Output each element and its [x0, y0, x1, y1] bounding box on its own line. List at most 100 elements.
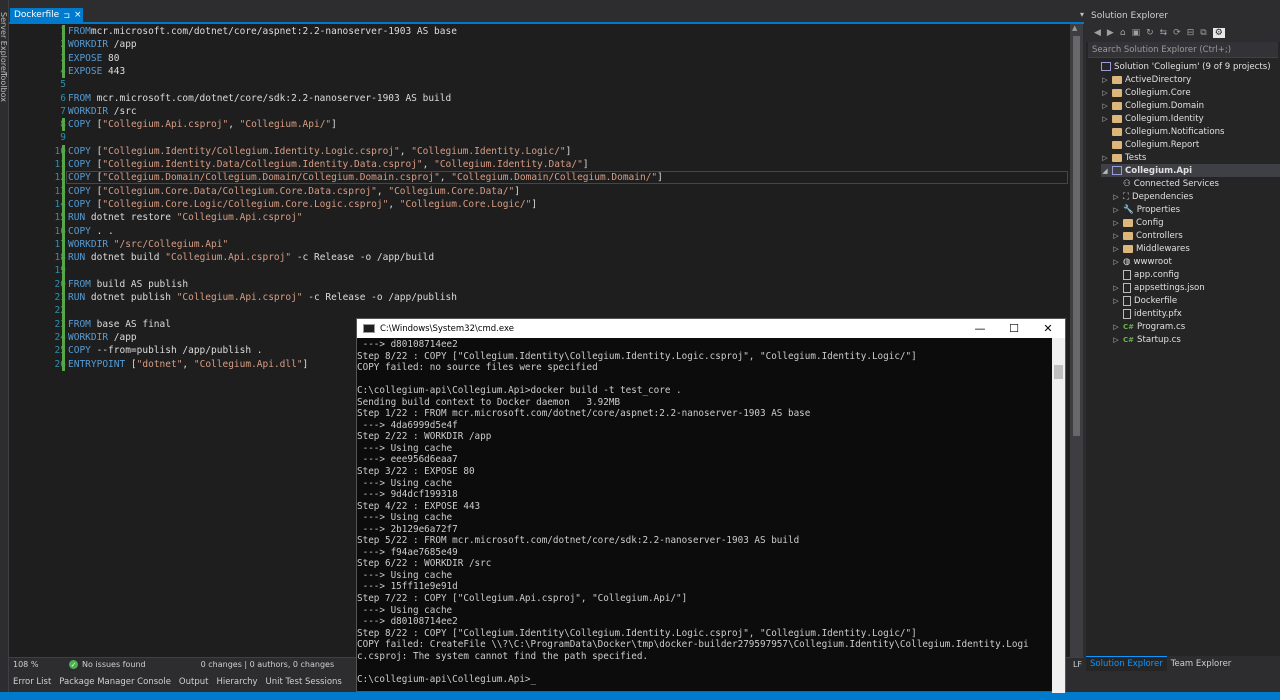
code-line[interactable]: COPY ["Collegium.Api.csproj", "Collegium… — [68, 118, 337, 131]
code-line[interactable]: RUN dotnet restore "Collegium.Api.csproj… — [68, 211, 303, 224]
tab-hierarchy[interactable]: Hierarchy — [212, 677, 261, 687]
refresh-icon[interactable]: ⟳ — [1173, 28, 1181, 38]
zoom-level[interactable]: 108 % — [9, 660, 59, 669]
tab-solution-explorer[interactable]: Solution Explorer — [1086, 656, 1167, 671]
code-line[interactable]: WORKDIR "/src/Collegium.Api" — [68, 238, 228, 251]
server-explorer-rail-tab[interactable]: Server Explorer — [0, 12, 8, 74]
code-line[interactable]: ENTRYPOINT ["dotnet", "Collegium.Api.dll… — [68, 358, 308, 371]
tree-item-collegium-identity[interactable]: ▷ Collegium.Identity — [1101, 112, 1280, 125]
tree-item-collegium-report[interactable]: Collegium.Report — [1101, 138, 1280, 151]
maximize-button[interactable]: ☐ — [997, 322, 1031, 335]
tree-item-startup-cs[interactable]: ▷ C# Startup.cs — [1112, 333, 1280, 346]
scrollbar-thumb[interactable] — [1054, 365, 1063, 379]
code-line[interactable]: COPY ["Collegium.Identity.Data/Collegium… — [68, 158, 589, 171]
solution-search-input[interactable]: Search Solution Explorer (Ctrl+;) — [1088, 42, 1278, 58]
tab-package-manager-console[interactable]: Package Manager Console — [55, 677, 175, 687]
code-line[interactable]: FROM base AS final — [68, 318, 171, 331]
home-icon[interactable]: ⌂ — [1120, 28, 1126, 38]
editor-vertical-scrollbar[interactable]: ▲ — [1070, 24, 1083, 657]
tree-item-activedirectory[interactable]: ▷ ActiveDirectory — [1101, 73, 1280, 86]
code-line[interactable]: FROM mcr.microsoft.com/dotnet/core/sdk:2… — [68, 92, 451, 105]
code-line[interactable]: COPY ["Collegium.Core.Data/Collegium.Cor… — [68, 185, 520, 198]
tree-item-collegium-api[interactable]: ◢ Collegium.Api — [1101, 164, 1280, 177]
expand-arrow-icon[interactable]: ▷ — [1112, 336, 1120, 344]
code-line[interactable]: WORKDIR /app — [68, 38, 137, 51]
expand-arrow-icon[interactable]: ▷ — [1112, 323, 1120, 331]
close-button[interactable]: ✕ — [1031, 322, 1065, 335]
tab-error-list[interactable]: Error List — [9, 677, 55, 687]
expand-arrow-icon[interactable]: ▷ — [1112, 193, 1120, 201]
expand-arrow-icon[interactable]: ▷ — [1112, 284, 1120, 292]
tree-item-dockerfile[interactable]: ▷ Dockerfile — [1112, 294, 1280, 307]
cmd-scrollbar[interactable] — [1052, 338, 1065, 693]
expand-arrow-icon[interactable]: ▷ — [1101, 115, 1109, 123]
tree-item-collegium-domain[interactable]: ▷ Collegium.Domain — [1101, 99, 1280, 112]
tree-item-properties[interactable]: ▷ 🔧 Properties — [1112, 203, 1280, 216]
history-icon[interactable]: ↻ — [1146, 28, 1154, 38]
tree-item-config[interactable]: ▷ Config — [1112, 216, 1280, 229]
tree-item-appsettings-json[interactable]: ▷ appsettings.json — [1112, 281, 1280, 294]
expand-arrow-icon[interactable]: ▷ — [1112, 232, 1120, 240]
expand-arrow-icon[interactable]: ▷ — [1112, 206, 1120, 214]
expand-arrow-icon[interactable]: ▷ — [1101, 76, 1109, 84]
expand-arrow-icon[interactable]: ◢ — [1101, 167, 1109, 175]
code-line[interactable]: FROM build AS publish — [68, 278, 188, 291]
expand-arrow-icon[interactable]: ▷ — [1101, 154, 1109, 162]
tab-output[interactable]: Output — [175, 677, 213, 687]
line-number: 17 — [54, 238, 66, 250]
properties-icon[interactable]: ⚙ — [1212, 28, 1225, 38]
tree-item-wwwroot[interactable]: ▷ ◍ wwwroot — [1112, 255, 1280, 268]
tree-item-controllers[interactable]: ▷ Controllers — [1112, 229, 1280, 242]
cmd-titlebar[interactable]: C:\Windows\System32\cmd.exe — ☐ ✕ — [357, 319, 1065, 338]
tree-item-dependencies[interactable]: ▷ ⛶ Dependencies — [1112, 190, 1280, 203]
expand-arrow-icon[interactable]: ▷ — [1101, 89, 1109, 97]
switch-views-icon[interactable]: ▣ — [1132, 28, 1141, 38]
pin-icon[interactable]: ⊐ — [63, 11, 70, 20]
sync-icon[interactable]: ⇆ — [1160, 28, 1168, 38]
tree-item-middlewares[interactable]: ▷ Middlewares — [1112, 242, 1280, 255]
forward-icon[interactable]: ▶ — [1107, 28, 1114, 38]
code-line[interactable]: EXPOSE 80 — [68, 52, 120, 65]
expand-arrow-icon[interactable]: ▷ — [1112, 245, 1120, 253]
code-line[interactable]: COPY ["Collegium.Identity/Collegium.Iden… — [68, 145, 571, 158]
code-line[interactable]: RUN dotnet publish "Collegium.Api.csproj… — [68, 291, 457, 304]
scroll-up-icon[interactable]: ▲ — [1072, 24, 1077, 32]
code-line[interactable]: RUN dotnet build "Collegium.Api.csproj" … — [68, 251, 434, 264]
scrollbar-thumb[interactable] — [1073, 36, 1080, 436]
code-line[interactable]: EXPOSE 443 — [68, 65, 125, 78]
expand-arrow-icon[interactable]: ▷ — [1112, 219, 1120, 227]
code-line[interactable]: COPY --from=publish /app/publish . — [68, 344, 262, 357]
issues-indicator[interactable]: ✓ No issues found — [69, 660, 146, 669]
tab-dockerfile[interactable]: Dockerfile ⊐ × — [10, 8, 83, 22]
tree-item-collegium-core[interactable]: ▷ Collegium.Core — [1101, 86, 1280, 99]
cmd-output[interactable]: ---> d80108714ee2 Step 8/22 : COPY ["Coll… — [357, 338, 1054, 693]
tree-item-identity-pfx[interactable]: identity.pfx — [1112, 307, 1280, 320]
close-tab-icon[interactable]: × — [74, 10, 82, 20]
codelens-changes[interactable]: 0 changes | 0 authors, 0 changes — [201, 660, 335, 669]
code-line[interactable]: WORKDIR /app — [68, 331, 137, 344]
code-line[interactable]: COPY ["Collegium.Core.Logic/Collegium.Co… — [68, 198, 537, 211]
code-line[interactable]: WORKDIR /src — [68, 105, 137, 118]
tab-list-dropdown-icon[interactable]: ▾ — [1080, 10, 1084, 19]
code-line[interactable]: COPY . . — [68, 225, 114, 238]
cmd-window[interactable]: C:\Windows\System32\cmd.exe — ☐ ✕ ---> d… — [356, 318, 1066, 693]
expand-arrow-icon[interactable]: ▷ — [1112, 297, 1120, 305]
line-ending-indicator[interactable]: LF — [1073, 660, 1084, 669]
tree-item-app-config[interactable]: app.config — [1112, 268, 1280, 281]
minimize-button[interactable]: — — [963, 322, 997, 335]
expand-arrow-icon[interactable]: ▷ — [1112, 258, 1120, 266]
expand-arrow-icon[interactable]: ▷ — [1101, 102, 1109, 110]
show-all-files-icon[interactable]: ⧉ — [1200, 28, 1206, 38]
tree-item-connected-services[interactable]: ⚇ Connected Services — [1112, 177, 1280, 190]
tree-item-solution-collegium-9-of-9-projects[interactable]: Solution 'Collegium' (9 of 9 projects) — [1090, 60, 1280, 73]
tree-item-program-cs[interactable]: ▷ C# Program.cs — [1112, 320, 1280, 333]
text-token: -c Release -o /app/build — [291, 252, 435, 264]
collapse-all-icon[interactable]: ⊟ — [1187, 28, 1195, 38]
code-line[interactable]: FROMmcr.microsoft.com/dotnet/core/aspnet… — [68, 25, 457, 38]
tree-item-collegium-notifications[interactable]: Collegium.Notifications — [1101, 125, 1280, 138]
tab-team-explorer[interactable]: Team Explorer — [1167, 657, 1236, 671]
tree-item-tests[interactable]: ▷ Tests — [1101, 151, 1280, 164]
toolbox-rail-tab[interactable]: Toolbox — [0, 72, 8, 102]
tab-unit-test-sessions[interactable]: Unit Test Sessions — [262, 677, 346, 687]
back-icon[interactable]: ◀ — [1094, 28, 1101, 38]
